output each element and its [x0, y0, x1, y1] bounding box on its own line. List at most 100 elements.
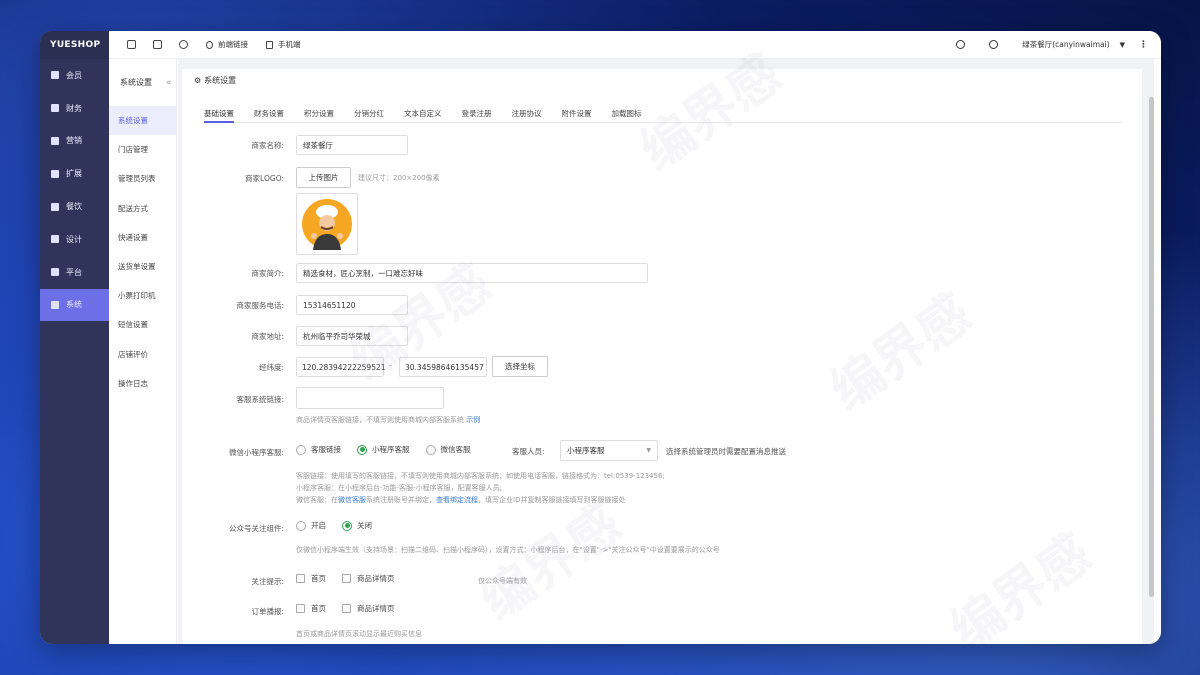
dish-icon: [51, 202, 59, 211]
help-icon[interactable]: [989, 40, 999, 49]
phone-icon: [266, 40, 273, 49]
mini-hint-3a: 微信客服：在: [296, 496, 338, 504]
radio-mini-cs[interactable]: 小程序客服: [357, 444, 410, 455]
mini-hint-1: 客服链接：使用填写的客服链接，不填写则使用商城内部客服系统；如使用电话客服，链接…: [296, 472, 665, 480]
phone-input[interactable]: 15314651120: [296, 295, 408, 315]
checkbox-tip-home[interactable]: 首页: [296, 573, 326, 584]
radio-wechat-cs[interactable]: 微信客服: [425, 444, 471, 455]
staff-hint: 选择系统管理员时需要配置消息推送: [666, 447, 786, 456]
subnav-item-sms[interactable]: 短信设置: [109, 310, 176, 339]
brand-logo: YUESHOP: [40, 31, 109, 59]
mini-cs-label: 微信小程序客服:: [228, 448, 284, 457]
app-window: YUESHOP 会员 财务 营销 扩展 餐饮 设计 平台 系统 前端链接 手机端…: [40, 31, 1161, 644]
subnav-item-admins[interactable]: 管理员列表: [109, 164, 176, 193]
cs-link-label: 客服系统链接:: [236, 395, 284, 404]
collapse-icon[interactable]: «: [166, 78, 172, 88]
binding-process-link[interactable]: 查看绑定流程: [436, 496, 478, 504]
order-hint: 首页或商品详情页滚动显示最近购买信息: [296, 630, 422, 638]
radio-cs-link[interactable]: 客服链接: [296, 444, 341, 455]
radio-circle: [357, 444, 367, 455]
user-menu[interactable]: 绿茶餐厅(canyinwaimai): [1022, 39, 1109, 50]
tab-agreement[interactable]: 注册协议: [512, 102, 542, 122]
gear-icon: ⚙: [194, 75, 202, 85]
fullscreen-icon[interactable]: [153, 40, 162, 49]
latlng-separator: -: [389, 362, 392, 370]
logo-hint: 建议尺寸：200×200像素: [358, 174, 440, 182]
nav-item-design[interactable]: 设计: [40, 223, 109, 256]
cube-icon: [51, 169, 59, 178]
panel-title: 系统设置: [204, 75, 237, 85]
checkbox-box: [296, 574, 305, 583]
latitude-input[interactable]: 30.34598646135457: [399, 357, 487, 377]
tab-text[interactable]: 文本自定义: [404, 102, 442, 122]
cs-link-hint: 商品详情页客服链接，不填写则使用商城内部客服系统: [296, 416, 464, 424]
tab-attachment[interactable]: 附件设置: [562, 102, 592, 122]
address-input[interactable]: 杭州临平乔司华荣城: [296, 326, 408, 346]
logo-preview[interactable]: [296, 193, 358, 255]
subnav-item-delivery-note[interactable]: 送货单设置: [109, 252, 176, 281]
cs-link-input[interactable]: [296, 387, 444, 409]
sub-nav: 系统设置 « 系统设置 门店管理 管理员列表 配送方式 快递设置 送货单设置 小票…: [109, 59, 177, 644]
nav-item-finance[interactable]: 财务: [40, 92, 109, 125]
tab-distribution[interactable]: 分销分红: [354, 102, 384, 122]
wechat-cs-link[interactable]: 微信客服: [338, 496, 366, 504]
main-nav: YUESHOP 会员 财务 营销 扩展 餐饮 设计 平台 系统: [40, 31, 109, 644]
tab-points[interactable]: 积分设置: [304, 102, 334, 122]
radio-circle: [296, 520, 306, 531]
nav-item-system[interactable]: 系统: [40, 288, 109, 322]
subnav-item-stores[interactable]: 门店管理: [109, 135, 176, 164]
front-link-button[interactable]: 前端链接: [206, 39, 248, 50]
monitor-icon: [51, 300, 59, 309]
mobile-button[interactable]: 手机端: [266, 39, 301, 50]
radio-follow-on[interactable]: 开启: [296, 520, 326, 531]
nav-item-extension[interactable]: 扩展: [40, 157, 109, 190]
checkbox-order-detail[interactable]: 商品详情页: [342, 603, 395, 614]
subnav-item-printer[interactable]: 小票打印机: [109, 281, 176, 310]
follow-label: 公众号关注组件:: [228, 524, 284, 533]
subnav-item-system-settings[interactable]: 系统设置: [109, 106, 176, 136]
follow-hint: 仅微信小程序端生效（支持场景：扫描二维码、扫描小程序码），设置方式：小程序后台，…: [296, 546, 720, 554]
nav-item-marketing[interactable]: 营销: [40, 125, 109, 158]
bell-icon[interactable]: [956, 40, 966, 49]
checkbox-order-home[interactable]: 首页: [296, 603, 326, 614]
intro-input[interactable]: 精选食材，匠心烹制，一口难忘好味: [296, 263, 648, 283]
subnav-item-delivery[interactable]: 配送方式: [109, 194, 176, 223]
scrollbar[interactable]: [1149, 97, 1154, 597]
menu-fold-icon[interactable]: [127, 40, 136, 49]
subnav-title: 系统设置: [120, 78, 152, 87]
refresh-icon[interactable]: [179, 40, 188, 49]
radio-circle: [425, 444, 436, 455]
chevron-down-icon[interactable]: ▼: [1120, 41, 1125, 49]
radio-follow-off[interactable]: 关闭: [342, 520, 372, 531]
checkbox-box: [342, 574, 351, 583]
checkbox-box: [296, 604, 305, 613]
top-bar: 前端链接 手机端 绿茶餐厅(canyinwaimai) ▼ ⋮: [109, 31, 1161, 59]
address-label: 商家地址:: [251, 332, 284, 341]
upload-image-button[interactable]: 上传图片: [296, 167, 351, 188]
nav-item-catering[interactable]: 餐饮: [40, 190, 109, 223]
more-icon[interactable]: ⋮: [1139, 40, 1148, 50]
pick-coordinate-button[interactable]: 选择坐标: [492, 356, 548, 377]
radio-circle: [342, 520, 352, 531]
staff-select[interactable]: 小程序客服 ▼: [560, 440, 658, 461]
tab-loading-icon[interactable]: 加载图标: [612, 102, 642, 122]
settings-panel: ⚙ 系统设置 基础设置 财务设置 积分设置 分销分红 文本自定义 登录注册 注册协…: [182, 69, 1142, 644]
checkbox-tip-detail[interactable]: 商品详情页: [342, 573, 395, 584]
tip-label: 关注提示:: [251, 577, 284, 586]
tab-basic[interactable]: 基础设置: [204, 102, 234, 123]
subnav-item-logs[interactable]: 操作日志: [109, 369, 176, 398]
grid-icon: [51, 268, 59, 277]
name-input[interactable]: 绿茶餐厅: [296, 135, 408, 155]
nav-item-platform[interactable]: 平台: [40, 256, 109, 289]
tab-finance[interactable]: 财务设置: [254, 102, 284, 122]
tab-login[interactable]: 登录注册: [462, 102, 492, 122]
phone-label: 商家服务电话:: [236, 301, 284, 310]
follow-radio-group: 开启 关闭: [296, 520, 388, 531]
mini-hint-3c: ，填写企业ID并复制客服链接填写到客服链接处: [478, 496, 626, 504]
cs-link-example[interactable]: 示例: [466, 416, 480, 424]
nav-item-member[interactable]: 会员: [40, 59, 109, 92]
order-label: 订单播报:: [251, 607, 284, 616]
subnav-item-reviews[interactable]: 店铺评价: [109, 340, 176, 369]
subnav-item-express[interactable]: 快递设置: [109, 223, 176, 252]
longitude-input[interactable]: 120.28394222259521: [296, 357, 386, 377]
